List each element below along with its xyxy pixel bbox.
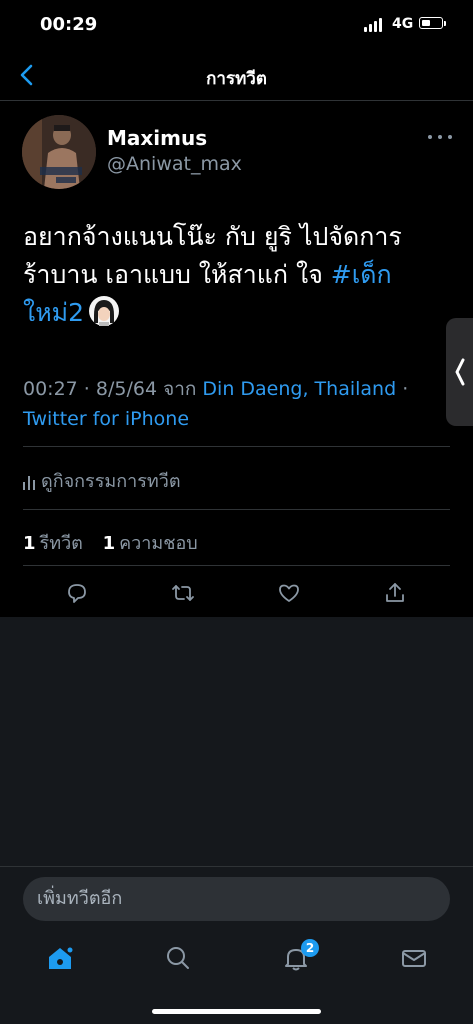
tweet-line-3: ใหม่2	[23, 294, 453, 332]
retweets-stat[interactable]: 1 รีทวีต	[23, 533, 83, 554]
meta-separator: ·	[396, 378, 409, 400]
location-link[interactable]: Din Daeng, Thailand	[202, 378, 396, 400]
tweet-time: 00:27 · 8/5/64 จาก	[23, 378, 203, 400]
retweet-icon[interactable]	[170, 580, 196, 606]
meta-line-2: Twitter for iPhone	[23, 404, 408, 434]
reply-icon[interactable]	[64, 580, 90, 606]
author-name[interactable]: Maximus	[107, 126, 207, 150]
activity-label: ดูกิจกรรมการทวีต	[41, 471, 181, 492]
engagement-stats: 1 รีทวีต 1 ความชอบ	[23, 528, 198, 557]
battery-tip	[444, 21, 446, 26]
hashtag-link[interactable]: #เด็ก	[331, 260, 392, 289]
meta-line-1: 00:27 · 8/5/64 จาก Din Daeng, Thailand ·	[23, 374, 408, 404]
compose-input[interactable]: เพิ่มทวีตอีก	[23, 877, 450, 921]
page-title: การทวีต	[206, 69, 267, 89]
battery-icon	[419, 17, 443, 29]
signal-icon	[364, 18, 386, 32]
tweet-line-2: ร้าบาน เอาแบบ ให้สาแก่ ใจ #เด็ก	[23, 256, 453, 294]
retweets-label: รีทวีต	[39, 533, 83, 554]
home-indicator	[152, 1009, 321, 1014]
author-avatar[interactable]	[22, 115, 96, 189]
side-panel-handle[interactable]	[446, 318, 473, 426]
status-time: 00:29	[40, 14, 98, 35]
notification-badge: 2	[301, 939, 319, 957]
status-bar: 00:29 4G	[0, 0, 473, 50]
likes-stat[interactable]: 1 ความชอบ	[103, 533, 198, 554]
divider	[23, 565, 450, 566]
activity-bars-icon	[23, 476, 35, 490]
network-label: 4G	[392, 16, 414, 32]
tweet-text: อยากจ้างแนนโน๊ะ กับ ยูริ ไปจัดการ ร้าบาน…	[23, 218, 453, 332]
reply-composer: เพิ่มทวีตอีก	[0, 866, 473, 933]
divider	[23, 509, 450, 510]
tweet-line-2-text: ร้าบาน เอาแบบ ให้สาแก่ ใจ	[23, 260, 331, 289]
hashtag-link-cont[interactable]: ใหม่2	[23, 298, 84, 327]
view-activity-row[interactable]: ดูกิจกรรมการทวีต	[23, 466, 181, 495]
retweets-count: 1	[23, 533, 36, 554]
tweet-line-1: อยากจ้างแนนโน๊ะ กับ ยูริ ไปจัดการ	[23, 222, 402, 251]
likes-label: ความชอบ	[119, 533, 198, 554]
girl-emoji-icon	[88, 295, 120, 327]
like-heart-icon[interactable]	[276, 580, 302, 606]
more-options-icon[interactable]	[427, 128, 453, 146]
tweet-metadata: 00:27 · 8/5/64 จาก Din Daeng, Thailand ·…	[23, 374, 408, 434]
search-icon[interactable]	[164, 944, 192, 972]
author-handle[interactable]: @Aniwat_max	[107, 153, 242, 175]
share-icon[interactable]	[382, 580, 408, 606]
likes-count: 1	[102, 533, 116, 554]
source-link[interactable]: Twitter for iPhone	[23, 408, 189, 430]
messages-mail-icon[interactable]	[400, 944, 428, 972]
navigation-bar: การทวีต	[0, 52, 473, 101]
home-icon[interactable]	[46, 944, 74, 972]
divider	[23, 446, 450, 447]
